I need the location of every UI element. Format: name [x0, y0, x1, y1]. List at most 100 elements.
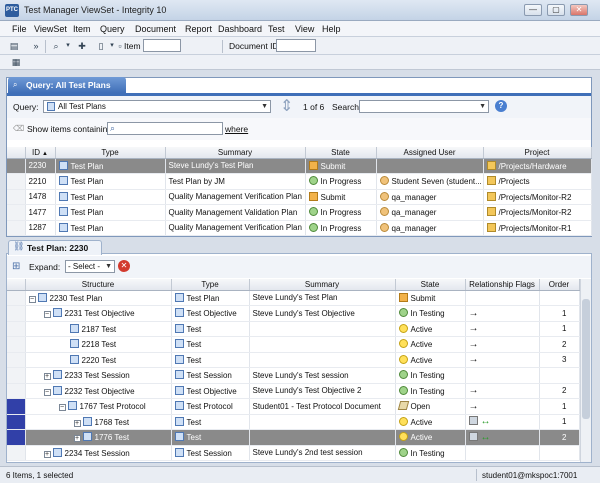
- expand-toggle-icon[interactable]: +: [73, 419, 81, 427]
- status-separator: [476, 469, 477, 481]
- cell-order: 2: [539, 383, 580, 399]
- row-header: [7, 336, 26, 353]
- column-relationship-flags[interactable]: Relationship Flags: [465, 279, 540, 291]
- menu-dashboard[interactable]: Dashboard: [218, 24, 262, 34]
- status-connection-text: student01@mkspoc1:7001: [482, 471, 578, 480]
- column-assigned-user[interactable]: Assigned User: [376, 147, 484, 159]
- user-icon: [379, 191, 389, 201]
- menu-file[interactable]: File: [12, 24, 27, 34]
- toolbar-separator: [222, 40, 223, 53]
- cell-relationship-flags: →: [465, 321, 540, 337]
- close-window-button[interactable]: ✕: [570, 4, 588, 16]
- tree-row[interactable]: +1776 Test Test Active ↔ 2: [7, 429, 580, 446]
- row-header: [7, 204, 26, 221]
- vertical-scrollbar[interactable]: [580, 279, 591, 462]
- column-project[interactable]: Project: [483, 147, 592, 159]
- document-id-input[interactable]: [276, 39, 316, 52]
- collapse-toggle-icon[interactable]: −: [43, 311, 51, 319]
- cell-id: 2230: [25, 158, 56, 174]
- where-button[interactable]: where: [225, 124, 248, 134]
- table-row[interactable]: 1477 Test Plan Quality Management Valida…: [7, 204, 592, 221]
- expand-toggle-icon[interactable]: +: [43, 450, 51, 458]
- menu-help[interactable]: Help: [322, 24, 341, 34]
- column-summary[interactable]: Summary: [249, 279, 396, 291]
- tab-query-all-test-plans[interactable]: Query: All Test Plans: [8, 77, 126, 93]
- column-structure[interactable]: Structure: [25, 279, 172, 291]
- panel-toggle-icon[interactable]: ▤: [8, 40, 20, 52]
- tree-view-icon[interactable]: ⊞: [12, 261, 20, 272]
- cell-structure-text: 2218 Test: [81, 340, 117, 350]
- column-state[interactable]: State: [395, 279, 466, 291]
- menu-query[interactable]: Query: [100, 24, 125, 34]
- new-item-icon[interactable]: ✚: [76, 40, 88, 52]
- cell-project-text: /Projects/Monitor-R2: [498, 192, 572, 202]
- column-id-label: ID: [32, 147, 41, 157]
- cell-structure: 2218 Test: [25, 336, 172, 353]
- search-query-icon[interactable]: ⌕: [50, 40, 62, 52]
- tree-row[interactable]: − 2232 Test Objective Test Objective Steve …: [7, 383, 580, 399]
- collapse-toggle-icon[interactable]: −: [58, 404, 66, 412]
- collapse-toggle-icon[interactable]: −: [28, 295, 36, 303]
- filter-clear-icon[interactable]: ⌫: [13, 124, 24, 133]
- toolbar-separator: [45, 40, 46, 53]
- test-icon: [174, 416, 184, 426]
- status-selection-text: 6 Items, 1 selected: [6, 471, 74, 480]
- tree-row[interactable]: 2220 Test Test Active → 3: [7, 352, 580, 368]
- refresh-icon[interactable]: ⇕: [280, 96, 293, 116]
- query-select-value: All Test Plans: [58, 102, 106, 111]
- column-id[interactable]: ID ▲: [25, 147, 56, 159]
- tree-row[interactable]: − 1767 Test Protocol Test Protocol Student0…: [7, 398, 580, 415]
- table-row[interactable]: 1287 Test Plan Quality Management Verifi…: [7, 220, 592, 236]
- table-row[interactable]: 2210 Test Plan Test Plan by JM In Progre…: [7, 173, 592, 190]
- tree-row[interactable]: − 2230 Test Plan Test Plan Steve Lundy's Te…: [7, 290, 580, 306]
- column-type[interactable]: Type: [171, 279, 250, 291]
- cell-structure-text: 1767 Test Protocol: [79, 402, 146, 412]
- item-input[interactable]: [143, 39, 181, 52]
- column-summary[interactable]: Summary: [165, 147, 306, 159]
- query-select[interactable]: All Test Plans ▼: [43, 100, 271, 113]
- test-session-icon: [52, 370, 62, 380]
- table-row[interactable]: 2230 Test Plan Steve Lundy's Test Plan S…: [7, 158, 592, 174]
- cancel-icon[interactable]: ✕: [118, 260, 130, 272]
- cell-type: Test Plan: [55, 220, 166, 236]
- tree-row[interactable]: 2218 Test Test Active → 2: [7, 336, 580, 353]
- layout-icon[interactable]: ▦: [10, 56, 22, 68]
- tree-row[interactable]: +2233 Test Session Test Session Steve Lund…: [7, 367, 580, 384]
- expand-toggle-icon[interactable]: +: [73, 435, 81, 443]
- folder-icon: [486, 222, 496, 232]
- relationship-link-icon: [468, 416, 478, 426]
- column-order[interactable]: Order: [539, 279, 580, 291]
- menu-document[interactable]: Document: [135, 24, 176, 34]
- table-header: Structure Type Summary State Relationshi…: [7, 279, 580, 291]
- minimize-button[interactable]: —: [524, 4, 542, 16]
- table-row[interactable]: 1478 Test Plan Quality Management Verifi…: [7, 189, 592, 205]
- cell-relationship-flags: →: [465, 352, 540, 368]
- expand-select[interactable]: - Select - ▼: [65, 260, 115, 273]
- search-select[interactable]: ▼: [359, 100, 489, 113]
- expand-toggle-icon[interactable]: +: [43, 373, 51, 381]
- maximize-button[interactable]: ▢: [547, 4, 565, 16]
- test-plan-icon: [37, 292, 47, 302]
- scrollbar-thumb[interactable]: [582, 299, 590, 419]
- menu-report[interactable]: Report: [185, 24, 212, 34]
- menu-item[interactable]: Item: [73, 24, 91, 34]
- user-icon: [379, 207, 389, 217]
- tree-row[interactable]: +1768 Test Test Active ↔ 1: [7, 414, 580, 430]
- expand-label: Expand:: [29, 262, 61, 272]
- column-type[interactable]: Type: [55, 147, 166, 159]
- menu-viewset[interactable]: ViewSet: [34, 24, 67, 34]
- help-icon[interactable]: ?: [495, 100, 507, 112]
- test-plan-icon: [58, 207, 68, 217]
- tree-row[interactable]: 2187 Test Test Active → 1: [7, 321, 580, 337]
- tree-row[interactable]: +2234 Test Session Test Session Steve Lund…: [7, 445, 580, 461]
- menu-test[interactable]: Test: [268, 24, 285, 34]
- more-tools-icon[interactable]: »: [30, 40, 42, 52]
- filter-input[interactable]: ⌕: [107, 122, 223, 135]
- chevron-down-icon[interactable]: ▾: [62, 40, 74, 52]
- tree-row[interactable]: − 2231 Test Objective Test Objective Steve …: [7, 305, 580, 322]
- menu-view[interactable]: View: [295, 24, 314, 34]
- collapse-toggle-icon[interactable]: −: [43, 388, 51, 396]
- cell-state: Submit: [305, 189, 377, 205]
- column-state[interactable]: State: [305, 147, 377, 159]
- user-icon: [379, 176, 389, 186]
